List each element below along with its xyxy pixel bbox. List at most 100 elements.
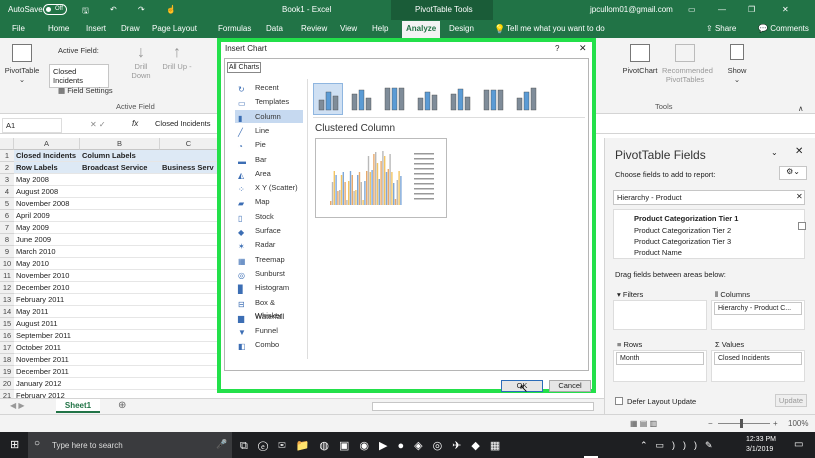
tab-draw[interactable]: Draw [121,24,140,33]
cancel-button[interactable]: Cancel [549,380,591,392]
drill-down-button[interactable]: ↓ Drill Down [126,44,156,80]
chart-type-sunburst[interactable]: ◎ Sunburst [235,267,303,280]
chart-type-waterfall[interactable]: ▆ Waterfall [235,310,303,323]
cell-a[interactable]: May 2008 [14,174,80,186]
recommended-pivottables-button[interactable]: Recommended PivotTables [662,44,713,84]
row-header[interactable]: 20 [0,378,14,390]
cell-b[interactable] [80,294,160,306]
cell-c[interactable]: Business Serv [160,162,218,174]
chart-type-templates[interactable]: ▭ Templates [235,95,303,108]
system-tray-icons[interactable]: ⌃▭)))✎ [640,440,721,451]
tab-home[interactable]: Home [48,24,69,33]
cell-b[interactable] [80,198,160,210]
chart-preview[interactable] [315,138,447,218]
chart-type-map[interactable]: ▰ Map [235,195,303,208]
row-header[interactable]: 15 [0,318,14,330]
cell-b[interactable] [80,378,160,390]
cell-c[interactable] [160,210,218,222]
cell-a[interactable]: June 2009 [14,234,80,246]
pivotchart-button[interactable]: PivotChart [620,44,660,75]
cell-c[interactable] [160,330,218,342]
row-header[interactable]: 1 [0,150,14,162]
chart-type-treemap[interactable]: ▦ Treemap [235,253,303,266]
drill-up-button[interactable]: ↑ Drill Up - [162,44,192,71]
cell-a[interactable]: May 2010 [14,258,80,270]
chart-type-bar[interactable]: ▬ Bar [235,153,303,166]
restore-icon[interactable]: ❐ [748,5,755,14]
close-icon[interactable]: ✕ [579,43,587,54]
values-area[interactable]: Closed Incidents [711,350,805,382]
row-header[interactable]: 9 [0,246,14,258]
pane-close-icon[interactable]: ✕ [795,146,803,157]
chart-type-histogram[interactable]: ▊ Histogram [235,281,303,294]
notifications-icon[interactable]: ▭ [794,439,803,450]
chart-type-surface[interactable]: ◆ Surface [235,224,303,237]
tab-file[interactable]: File [12,24,25,33]
cell-b[interactable] [80,258,160,270]
tab-analyze[interactable]: Analyze [402,21,441,38]
pane-options-icon[interactable]: ⌄ [771,148,778,157]
ribbon-display-icon[interactable]: ▭ [688,5,696,14]
name-box[interactable]: A1 [2,118,62,133]
collapse-ribbon-icon[interactable]: ∧ [798,104,804,113]
microphone-icon[interactable]: 🎤 [216,439,227,450]
row-header[interactable]: 5 [0,198,14,210]
update-button[interactable]: Update [775,394,807,407]
clustered-column-subtype[interactable] [313,83,343,115]
cell-c[interactable] [160,198,218,210]
cell-a[interactable]: March 2010 [14,246,80,258]
cell-c[interactable] [160,270,218,282]
formula-input[interactable]: Closed Incidents [152,117,218,130]
tab-formulas[interactable]: Formulas [218,24,251,33]
3d-column-subtype[interactable] [511,83,541,115]
columns-area[interactable]: Hierarchy - Product C... [711,300,805,330]
windows-start-icon[interactable]: ⊞ [10,438,19,451]
filters-area[interactable] [613,300,707,330]
clock-date[interactable]: 3/1/2019 [746,446,773,453]
zoom-in-icon[interactable]: + [773,419,778,428]
cell-c[interactable] [160,378,218,390]
autosave-toggle[interactable]: Off [43,4,67,15]
cell-a[interactable]: December 2010 [14,282,80,294]
chart-type-stock[interactable]: ▯ Stock [235,210,303,223]
horizontal-scrollbar[interactable] [372,402,594,411]
cell-b[interactable] [80,282,160,294]
cell-a[interactable]: November 2011 [14,354,80,366]
cell-c[interactable] [160,294,218,306]
clock-time[interactable]: 12:33 PM [746,436,776,443]
cell-c[interactable] [160,258,218,270]
tab-view[interactable]: View [340,24,357,33]
select-all-corner[interactable] [0,138,14,150]
cell-b[interactable] [80,330,160,342]
column-header-c[interactable]: C [160,138,218,150]
zoom-out-icon[interactable]: − [708,419,713,428]
cell-b[interactable] [80,366,160,378]
chart-type-radar[interactable]: ✶ Radar [235,238,303,251]
tab-review[interactable]: Review [301,24,327,33]
3d-stacked-column-subtype[interactable] [445,83,475,115]
tab-design[interactable]: Design [449,24,474,33]
user-name[interactable]: jpcullom01@gmail.com [590,5,673,14]
tab-data[interactable]: Data [266,24,283,33]
cell-c[interactable] [160,306,218,318]
row-header[interactable]: 2 [0,162,14,174]
cell-a[interactable]: August 2008 [14,186,80,198]
row-header[interactable]: 17 [0,342,14,354]
field-checkbox[interactable] [798,222,806,230]
pinned-apps[interactable]: ⧉ⓔ✉📁◍▣◉▶●◈◎✈◆▦ [240,439,510,453]
cell-b[interactable]: Broadcast Service [80,162,160,174]
cell-a[interactable]: May 2011 [14,306,80,318]
cell-a[interactable]: Closed Incidents [14,150,80,162]
cell-a[interactable]: December 2011 [14,366,80,378]
save-icon[interactable]: 🖫 [82,5,89,19]
sheet-nav-icons[interactable]: ◀ ▶ [10,401,25,410]
zoom-thumb[interactable] [740,419,743,428]
chart-type-area[interactable]: ◭ Area [235,167,303,180]
cell-b[interactable] [80,270,160,282]
cell-a[interactable]: October 2011 [14,342,80,354]
field-item[interactable]: Product Categorization Tier 1 [634,214,738,223]
cell-b[interactable] [80,306,160,318]
defer-checkbox[interactable] [615,397,623,405]
cell-b[interactable] [80,174,160,186]
row-header[interactable]: 7 [0,222,14,234]
